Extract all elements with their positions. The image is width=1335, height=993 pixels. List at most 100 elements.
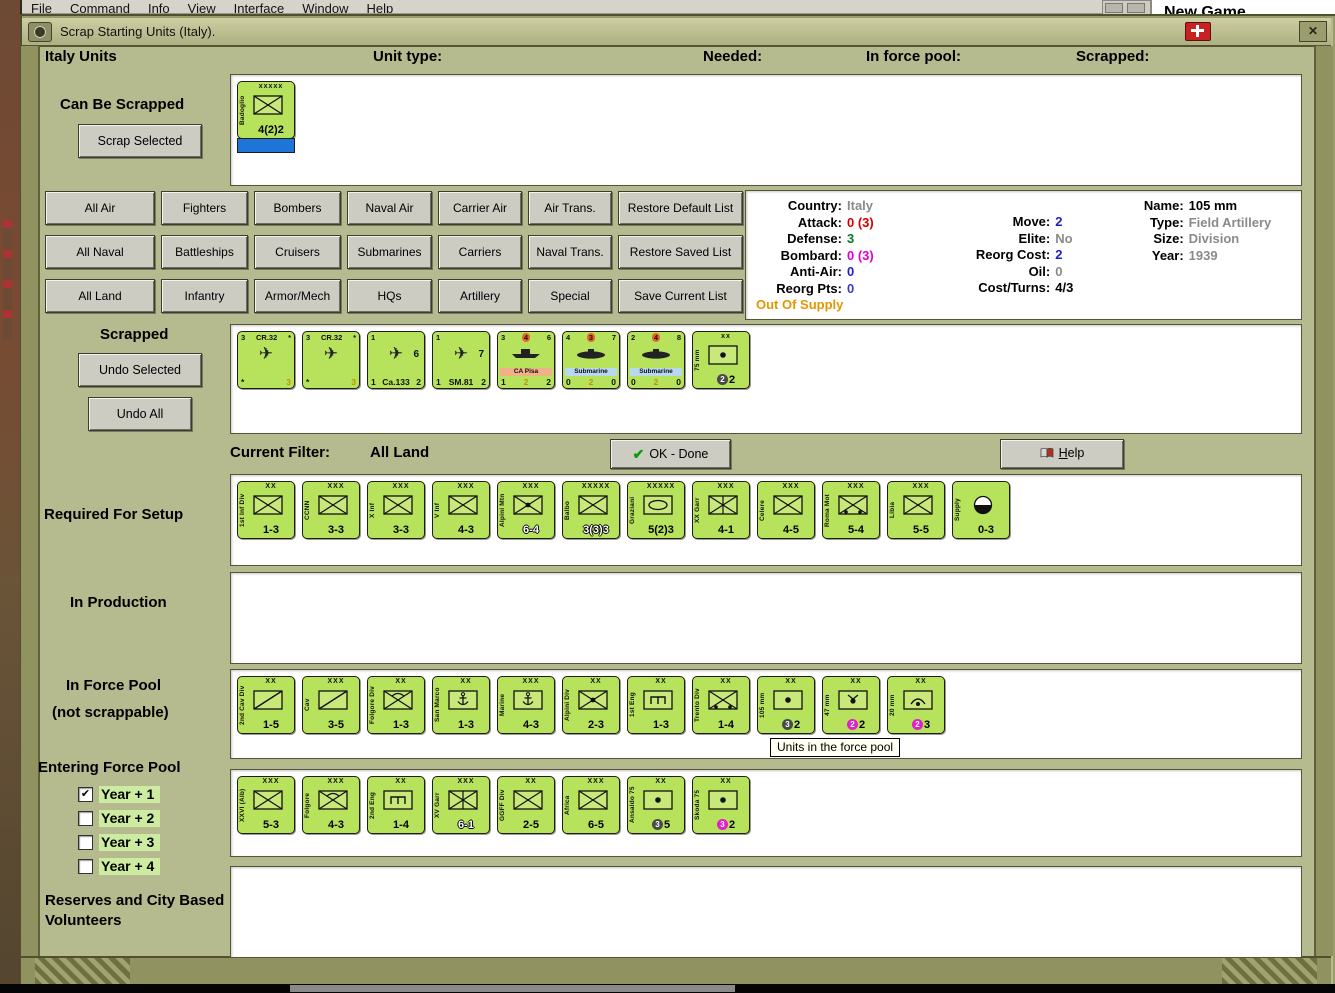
unit-stats: 4(2)2 (258, 124, 284, 136)
filter-button-bombers[interactable]: Bombers (254, 191, 341, 225)
entering-unit-xv-garr[interactable]: XV Garr XXX 6-1 (432, 776, 490, 834)
info-value-anti-air: 0 (847, 264, 855, 279)
required-unit-libia[interactable]: Libia XXX 5-5 (887, 481, 945, 539)
entering-unit-folgore[interactable]: Folgore XXX 4-3 (302, 776, 360, 834)
scrapped-unit-submarine[interactable]: 4 3 7 Submarine 0 2 0 (562, 331, 620, 389)
menu-item-view[interactable]: View (188, 0, 216, 13)
filter-button-infantry[interactable]: Infantry (161, 279, 248, 313)
force-pool-unit-alpini-div[interactable]: Alpini Div XX 2-3 (562, 676, 620, 734)
flag-button[interactable] (1185, 22, 1211, 41)
required-unit-xx-garr[interactable]: XX Garr XXX 4-1 (692, 481, 750, 539)
force-pool-unit-105-mm[interactable]: 105 mm XX 3 2 (757, 676, 815, 734)
at-symbol-icon (838, 690, 868, 710)
filter-button-artillery[interactable]: Artillery (438, 279, 522, 313)
undo-selected-button[interactable]: Undo Selected (78, 353, 202, 387)
year-checkbox-row-year-3[interactable]: Year + 3 (78, 834, 161, 851)
entering-unit-2nd-eng[interactable]: 2nd Eng XX 1-4 (367, 776, 425, 834)
scrapped-unit-ca-pisa[interactable]: 3 4 6 CA Pisa 1 2 2 (497, 331, 555, 389)
entering-unit-ansaldo-75[interactable]: Ansaldo 75 XX 3 5 (627, 776, 685, 834)
checkbox-year-3[interactable] (78, 835, 93, 850)
entering-unit-africa[interactable]: Africa XXX 6-5 (562, 776, 620, 834)
section-label-reserves: Reserves and City Based Volunteers (45, 892, 225, 929)
force-pool-unit-cav[interactable]: Cav XXX 3-5 (302, 676, 360, 734)
filter-button-air-trans[interactable]: Air Trans. (528, 191, 612, 225)
scrapped-unit-submarine[interactable]: 2 4 8 Submarine 0 2 0 (627, 331, 685, 389)
scrapped-unit-75-mm[interactable]: 75 mm xx 2 2 (692, 331, 750, 389)
help-button[interactable]: Help (1000, 439, 1124, 469)
checkbox-year-4[interactable] (78, 859, 93, 874)
unit-name-label: 47 mm (824, 694, 831, 716)
required-unit-alpini-mtn[interactable]: Alpini Mtn XXX 6-4 (497, 481, 555, 539)
dialog-titlebar[interactable]: Scrap Starting Units (Italy). ✕ (22, 18, 1331, 47)
required-unit-roma-mot[interactable]: Roma Mot XXX 5-4 (822, 481, 880, 539)
scrapped-unit-air[interactable]: 1 ✈ 7 1 SM.81 2 (432, 331, 490, 389)
page-title: Italy Units (45, 48, 117, 65)
force-pool-unit-47-mm[interactable]: 47 mm XX 2 2 (822, 676, 880, 734)
filter-button-restore-default-list[interactable]: Restore Default List (618, 191, 743, 225)
filter-button-restore-saved-list[interactable]: Restore Saved List (618, 235, 743, 269)
required-unit-graziani[interactable]: Graziani XXXXX 5(2)3 (627, 481, 685, 539)
force-pool-unit-2nd-cav-div[interactable]: 2nd Cav Div XX 1-5 (237, 676, 295, 734)
filter-button-cruisers[interactable]: Cruisers (254, 235, 341, 269)
filter-button-hqs[interactable]: HQs (347, 279, 432, 313)
filter-button-naval-air[interactable]: Naval Air (347, 191, 432, 225)
required-unit-celere[interactable]: Celere XXX 4-5 (757, 481, 815, 539)
scrapped-unit-air[interactable]: 3 CR.32 * ✈ * 3 (237, 331, 295, 389)
can-be-scrapped-unit-badoglio[interactable]: Badoglio xxxxx 4(2)2 (237, 81, 295, 153)
menu-item-interface[interactable]: Interface (234, 0, 285, 13)
counter-value: 0 (631, 377, 636, 387)
menu-item-file[interactable]: File (31, 0, 52, 13)
entering-unit-ggff-div[interactable]: GGFF Div XX 2-5 (497, 776, 555, 834)
force-pool-unit-san-marco[interactable]: San Marco XX 1-3 (432, 676, 490, 734)
filter-button-save-current-list[interactable]: Save Current List (618, 279, 743, 313)
scrapped-unit-air[interactable]: 1 ✈ 6 1 Ca.133 2 (367, 331, 425, 389)
filter-button-armor-mech[interactable]: Armor/Mech (254, 279, 341, 313)
year-checkbox-row-year-1[interactable]: ✔ Year + 1 (78, 786, 161, 803)
filter-button-fighters[interactable]: Fighters (161, 191, 248, 225)
filter-button-submarines[interactable]: Submarines (347, 235, 432, 269)
checkbox-year-1[interactable]: ✔ (78, 787, 93, 802)
force-pool-unit-20-mm[interactable]: 20 mm XX 2 3 (887, 676, 945, 734)
checkbox-year-2[interactable] (78, 811, 93, 826)
ok-done-button[interactable]: ✔ OK - Done (610, 439, 731, 469)
art-symbol-icon (708, 345, 738, 365)
menu-item-help[interactable]: Help (366, 0, 393, 13)
year-checkbox-row-year-2[interactable]: Year + 2 (78, 810, 161, 827)
filter-button-carrier-air[interactable]: Carrier Air (438, 191, 522, 225)
force-pool-unit-folgore-div[interactable]: Folgore Div XX 1-3 (367, 676, 425, 734)
undo-all-button[interactable]: Undo All (88, 397, 192, 431)
unit-stats: 6-5 (588, 819, 604, 831)
required-unit-supply[interactable]: Supply 0-3 (952, 481, 1010, 539)
menu-item-window[interactable]: Window (302, 0, 348, 13)
filter-button-all-naval[interactable]: All Naval (45, 235, 155, 269)
required-unit-1st-inf-div[interactable]: 1st Inf Div XX 1-3 (237, 481, 295, 539)
force-pool-unit-marine[interactable]: Marine XXX 4-3 (497, 676, 555, 734)
required-unit-balbo[interactable]: Balbo XXXXX 3(3)3 (562, 481, 620, 539)
filter-button-all-air[interactable]: All Air (45, 191, 155, 225)
required-unit-ccnn[interactable]: CCNN XXX 3-3 (302, 481, 360, 539)
force-pool-unit-trento-div[interactable]: Trento Div XX 1-4 (692, 676, 750, 734)
entering-unit-xxvi-alb[interactable]: XXVI (Alb) XXX 5-3 (237, 776, 295, 834)
filter-button-all-land[interactable]: All Land (45, 279, 155, 313)
menu-item-info[interactable]: Info (148, 0, 170, 13)
scrap-selected-button[interactable]: Scrap Selected (78, 124, 202, 158)
year-checkbox-row-year-4[interactable]: Year + 4 (78, 858, 161, 875)
inf-symbol-icon (253, 790, 283, 810)
required-unit-x-inf[interactable]: X Inf XXX 3-3 (367, 481, 425, 539)
filter-button-battleships[interactable]: Battleships (161, 235, 248, 269)
force-pool-unit-1st-eng[interactable]: 1st Eng XX 1-3 (627, 676, 685, 734)
required-unit-v-inf[interactable]: V Inf XXX 4-3 (432, 481, 490, 539)
menu-item-command[interactable]: Command (70, 0, 130, 13)
info-label-oil: Oil: (1028, 263, 1051, 279)
unit-name-label: 2nd Cav Div (239, 685, 246, 725)
filter-button-naval-trans[interactable]: Naval Trans. (528, 235, 612, 269)
unit-stats: 4-3 (523, 719, 539, 731)
entering-unit-skoda-75[interactable]: Skoda 75 XX 3 2 (692, 776, 750, 834)
counter-bottom-values: 0 2 0 (566, 377, 616, 387)
scrapped-unit-air[interactable]: 3 CR.32 * ✈ * 3 (302, 331, 360, 389)
filter-button-special[interactable]: Special (528, 279, 612, 313)
filter-button-carriers[interactable]: Carriers (438, 235, 522, 269)
close-button[interactable]: ✕ (1299, 21, 1327, 42)
inf-symbol-icon (903, 495, 933, 515)
counter-value: 1 (436, 377, 441, 387)
